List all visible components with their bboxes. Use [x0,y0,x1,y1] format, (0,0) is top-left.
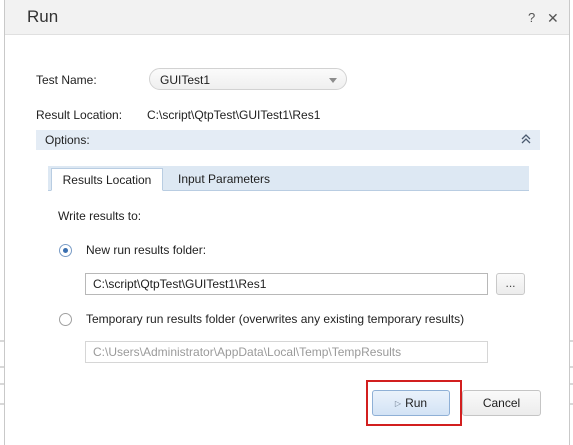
run-dialog: Run ? ✕ Test Name: GUITest1 Result Locat… [4,0,570,445]
new-folder-path-field[interactable]: C:\script\QtpTest\GUITest1\Res1 [85,273,488,295]
write-results-label: Write results to: [58,209,142,223]
temp-folder-label: Temporary run results folder (overwrites… [86,312,465,326]
options-tab-bar: Results Location Input Parameters [48,166,529,191]
options-section-header[interactable]: Options: [36,130,540,150]
temp-folder-path-field: C:\Users\Administrator\AppData\Local\Tem… [85,341,488,363]
title-bar: Run ? ✕ [5,0,569,35]
new-folder-radio[interactable] [59,244,72,257]
browse-button[interactable]: ... [496,273,525,295]
temp-folder-radio[interactable] [59,313,72,326]
result-location-value: C:\script\QtpTest\GUITest1\Res1 [147,108,321,122]
chevron-down-icon [329,78,337,83]
double-chevron-up-icon[interactable] [520,132,532,146]
result-location-label: Result Location: [36,108,123,122]
radio-selected-dot [63,248,68,253]
tab-results-location[interactable]: Results Location [51,168,163,191]
test-name-label: Test Name: [36,73,97,87]
cancel-button[interactable]: Cancel [462,390,541,416]
help-button[interactable]: ? [528,10,535,25]
options-label: Options: [45,133,90,147]
dialog-title: Run [27,7,59,26]
run-button-highlight-box [366,380,462,426]
new-folder-label: New run results folder: [86,243,207,257]
close-button[interactable]: ✕ [547,10,559,27]
test-name-value: GUITest1 [160,73,211,87]
tab-input-parameters[interactable]: Input Parameters [168,168,280,191]
test-name-dropdown[interactable]: GUITest1 [149,68,347,90]
